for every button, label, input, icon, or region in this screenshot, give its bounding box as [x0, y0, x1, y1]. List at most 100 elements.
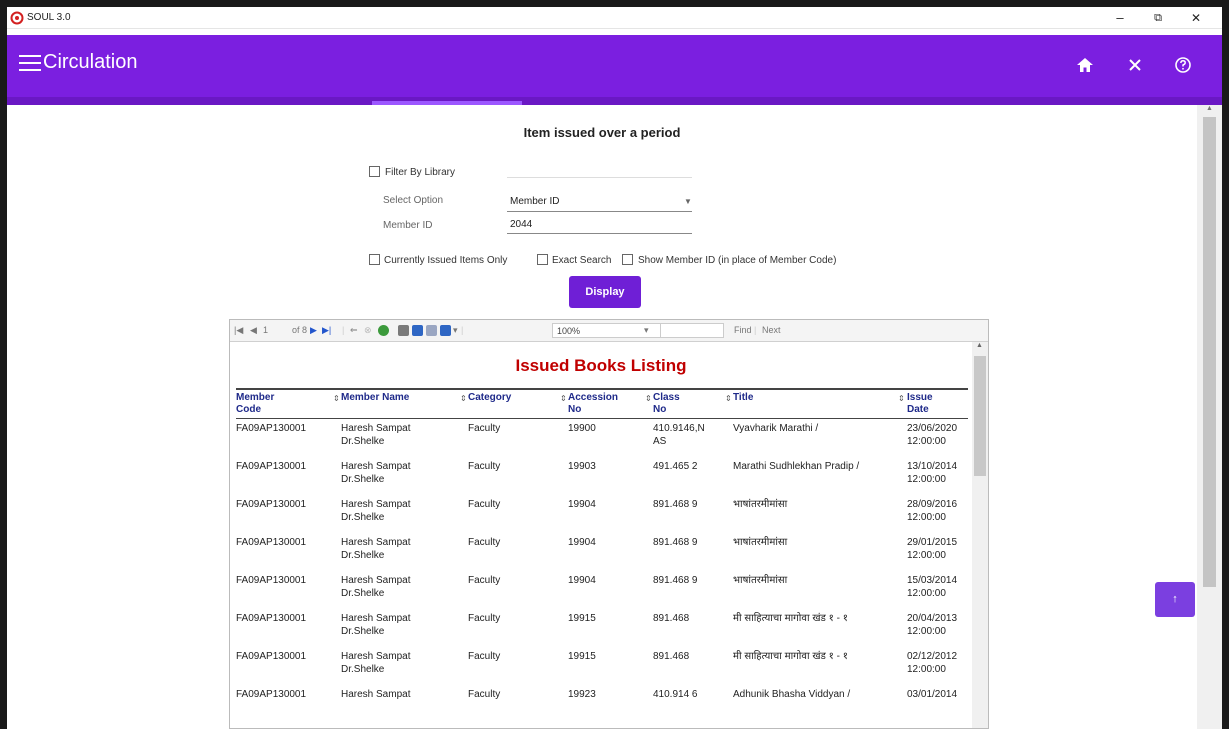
cell-category: Faculty: [468, 613, 501, 624]
table-row: FA09AP130001 Haresh Sampat Dr.Shelke Facult…: [230, 650, 972, 688]
cell-class-no: 891.468 9: [653, 537, 698, 548]
sort-icon[interactable]: ⇕: [333, 394, 340, 403]
main-scroll-thumb[interactable]: [1203, 117, 1216, 587]
back-icon[interactable]: ⇐: [350, 325, 358, 336]
next-page-icon[interactable]: ▶: [310, 325, 317, 336]
cell-member-code: FA09AP130001: [236, 499, 307, 510]
first-page-icon[interactable]: |◀: [234, 325, 243, 336]
page-header-title: Circulation: [43, 51, 138, 73]
main-scrollbar[interactable]: ▲: [1197, 105, 1222, 729]
print-icon[interactable]: [398, 325, 409, 336]
col-class-no[interactable]: Class No: [653, 392, 680, 416]
table-row: FA09AP130001 Haresh Sampat Dr.Shelke Facult…: [230, 574, 972, 612]
close-window-button[interactable]: ✕: [1178, 7, 1214, 29]
last-page-icon[interactable]: ▶|: [322, 325, 331, 336]
cell-member-name: Haresh Sampat Dr.Shelke: [341, 613, 411, 637]
table-row: FA09AP130001 Haresh Sampat Dr.Shelke Facult…: [230, 422, 972, 460]
window-title: SOUL 3.0: [27, 12, 71, 23]
find-link[interactable]: Find: [734, 325, 752, 335]
close-icon[interactable]: [1122, 52, 1148, 78]
sort-icon[interactable]: ⇕: [560, 394, 567, 403]
cell-issue-date: 13/10/2014 12:00:00: [907, 461, 958, 485]
cell-member-name: Haresh Sampat Dr.Shelke: [341, 461, 411, 485]
sort-icon[interactable]: ⇕: [725, 394, 732, 403]
currently-issued-label: Currently Issued Items Only: [384, 255, 508, 266]
col-category[interactable]: Category: [468, 392, 511, 404]
cell-accession-no: 19904: [568, 499, 596, 510]
main-content: Item issued over a period Filter By Libr…: [7, 105, 1197, 729]
cell-accession-no: 19915: [568, 613, 596, 624]
exact-search-checkbox[interactable]: [537, 254, 548, 265]
help-icon[interactable]: [1170, 52, 1196, 78]
title-bar: SOUL 3.0 – ⧉ ✕: [7, 7, 1222, 29]
cell-accession-no: 19904: [568, 537, 596, 548]
cell-title: Adhunik Bhasha Viddyan /: [733, 689, 851, 700]
cell-member-code: FA09AP130001: [236, 689, 307, 700]
export-dropdown-chevron-icon[interactable]: ▾: [453, 325, 458, 336]
cell-accession-no: 19900: [568, 423, 596, 434]
app-window: SOUL 3.0 – ⧉ ✕ Circulation Item issued o…: [7, 7, 1222, 729]
export-icon[interactable]: [440, 325, 451, 336]
page-title: Item issued over a period: [523, 125, 681, 140]
cell-class-no: 410.914 6: [653, 689, 698, 700]
home-icon[interactable]: [1072, 52, 1098, 78]
member-id-underline: [507, 233, 692, 234]
page-number-input[interactable]: 1: [263, 325, 268, 335]
cell-title: मी साहित्याचा मागोवा खंड १ - १: [733, 651, 848, 662]
sort-icon[interactable]: ⇕: [645, 394, 652, 403]
stop-icon[interactable]: ⊗: [364, 325, 372, 336]
scroll-up-icon[interactable]: ▲: [976, 342, 983, 349]
currently-issued-checkbox[interactable]: [369, 254, 380, 265]
cell-issue-date: 28/09/2016 12:00:00: [907, 499, 958, 523]
cell-issue-date: 02/12/2012 12:00:00: [907, 651, 958, 675]
report-scroll-thumb[interactable]: [974, 356, 986, 476]
select-option-dropdown[interactable]: [507, 211, 692, 212]
hamburger-menu-icon[interactable]: [19, 55, 41, 73]
soul-logo-icon: [10, 11, 24, 25]
page-setup-icon[interactable]: [412, 325, 423, 336]
member-id-input[interactable]: 2044: [510, 219, 532, 230]
cell-class-no: 891.468 9: [653, 499, 698, 510]
sort-icon[interactable]: ⇕: [898, 394, 905, 403]
cell-member-name: Haresh Sampat Dr.Shelke: [341, 499, 411, 523]
member-id-label: Member ID: [383, 220, 433, 231]
cell-member-code: FA09AP130001: [236, 651, 307, 662]
report-toolbar: |◀ ◀ 1 of 8 ▶ ▶| | ⇐ ⊗ ▾ | 100% ▾ Find |…: [230, 320, 988, 342]
col-issue-date[interactable]: Issue Date: [907, 392, 933, 416]
refresh-icon[interactable]: [378, 325, 389, 336]
next-link[interactable]: Next: [762, 325, 781, 335]
cell-issue-date: 03/01/2014: [907, 689, 958, 700]
zoom-chevron-down-icon[interactable]: ▾: [644, 325, 649, 336]
header-rule: [236, 418, 968, 419]
toolbar-separator: |: [754, 325, 757, 335]
chevron-down-icon[interactable]: ▼: [684, 197, 692, 206]
select-option-value[interactable]: Member ID: [510, 196, 559, 207]
library-field[interactable]: [507, 177, 692, 178]
col-member-code[interactable]: Member Code: [236, 392, 274, 416]
zoom-select[interactable]: 100%: [552, 323, 672, 338]
report-scrollbar[interactable]: ▲: [972, 342, 988, 728]
display-button[interactable]: Display: [569, 276, 641, 308]
find-input[interactable]: [660, 323, 724, 338]
cell-class-no: 410.9146,N AS: [653, 423, 705, 447]
cell-category: Faculty: [468, 575, 501, 586]
cell-accession-no: 19904: [568, 575, 596, 586]
scroll-to-top-button[interactable]: ↑: [1155, 582, 1195, 617]
prev-page-icon[interactable]: ◀: [250, 325, 257, 336]
col-member-name[interactable]: Member Name: [341, 392, 409, 404]
show-member-id-checkbox[interactable]: [622, 254, 633, 265]
cell-member-code: FA09AP130001: [236, 423, 307, 434]
app-header: Circulation: [7, 35, 1222, 105]
col-title[interactable]: Title: [733, 392, 753, 404]
sort-icon[interactable]: ⇕: [460, 394, 467, 403]
col-accession-no[interactable]: Accession No: [568, 392, 618, 416]
report-body: Issued Books Listing Member Code ⇕ Member…: [230, 342, 972, 728]
filter-by-library-checkbox[interactable]: [369, 166, 380, 177]
title-rule: [236, 388, 968, 390]
restore-button[interactable]: ⧉: [1140, 7, 1176, 29]
minimize-button[interactable]: –: [1102, 7, 1138, 29]
print-layout-icon[interactable]: [426, 325, 437, 336]
scroll-up-icon[interactable]: ▲: [1206, 105, 1213, 112]
cell-accession-no: 19923: [568, 689, 596, 700]
toolbar-separator: |: [342, 325, 345, 335]
